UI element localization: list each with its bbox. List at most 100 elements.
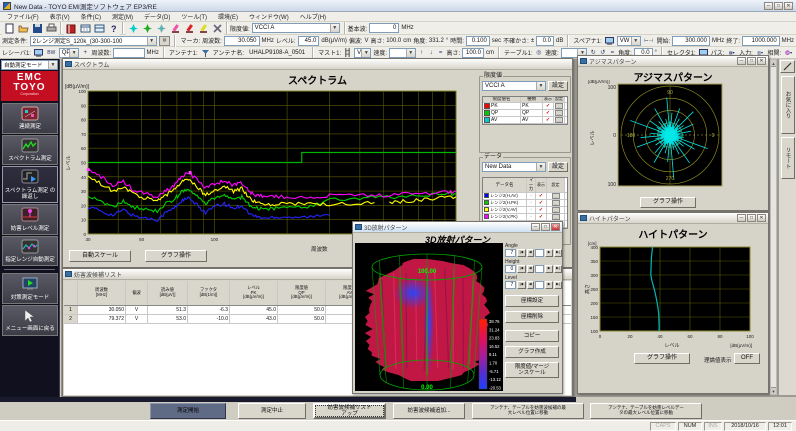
receiver-freq-input[interactable] [113,48,144,58]
marker-cyan-icon[interactable] [126,22,140,35]
pen-yellow-icon[interactable] [196,22,210,35]
column-header[interactable]: 限度値 QP [dB(μV/m)] [278,281,326,305]
minimize-button[interactable]: ─ [764,2,773,10]
marker-green-icon[interactable] [140,22,154,35]
minimize-button[interactable]: ─ [737,57,746,65]
mast-icon[interactable] [343,48,352,58]
spin-prev-button[interactable]: ◀ [527,281,534,289]
autoscale-button[interactable]: 自動スケール [69,250,131,262]
data-settings-button[interactable]: 設定 [548,162,568,172]
sidebar-item-5[interactable]: 対策測定モード [2,273,58,304]
level-step-input[interactable] [535,281,545,289]
sidebar-item-4[interactable]: 指定レンジ自動測定 [2,236,58,267]
stop-freq-input[interactable]: 1000.000 [742,36,780,46]
menu-item-2[interactable]: 条件(C) [76,11,106,22]
side-tab-remote[interactable]: リモート [781,137,795,179]
mast-height-input[interactable]: 100.0 [462,48,484,58]
measure-stop-button[interactable]: 測定中止 [238,403,306,419]
move-to-level-max-button[interactable]: アンテナ、テーブルを妨害レベルデー タの最大レベル位置に移動 [590,403,702,419]
column-header[interactable]: 読み値 [dB(μV)] [148,281,188,305]
marker-teal-icon[interactable] [154,22,168,35]
marker-checkbox[interactable]: ▫ [527,193,536,199]
menu-item-3[interactable]: 測定(M) [107,11,138,22]
spin-prev-button[interactable]: ◀ [527,249,534,257]
table-row[interactable]: QPQP✓... [483,110,567,117]
table-row[interactable]: レンジ2(V,PK)▫✓... [483,214,567,221]
condition-props-button[interactable]: ▤ [159,36,171,46]
span-icon[interactable]: ⊢⊣ [643,36,655,46]
table-row[interactable]: レンジ2(H,PK)▫✓... [483,200,567,207]
table-grid2-icon[interactable] [92,22,106,35]
limit-row-settings-button[interactable]: ... [555,117,563,123]
data-row-settings-button[interactable]: ... [552,193,560,199]
table-row[interactable]: PKPK✓... [483,103,567,110]
azimuth-graph-button[interactable]: グラフ操作 [640,197,696,208]
data-row-settings-button[interactable]: ... [552,200,560,206]
receiver-bw-button[interactable]: BW [46,48,57,58]
measure-start-button[interactable]: 測定開始 [150,403,226,419]
save-icon[interactable] [30,22,44,35]
spectrum-analyzer-icon[interactable] [604,36,615,46]
maximize-button[interactable]: □ [747,214,756,222]
spin-first-button[interactable]: |◀ [517,249,525,257]
sidebar-item-3[interactable]: 妨害レベル測定 [2,204,58,235]
pen-red-icon[interactable] [182,22,196,35]
sidebar-item-0[interactable]: 連続測定 [2,103,58,134]
spin-next-button[interactable]: ▶ [545,281,552,289]
height-value-input[interactable]: 0 [505,265,516,273]
pattern3d-view[interactable]: 100.000.0038.7631.2423.8316.529.111.70-5… [355,243,503,391]
close-button[interactable]: ✕ [757,57,766,65]
scroll-down-icon[interactable]: ▼ [771,387,776,394]
move-to-candidate-max-button[interactable]: アンテナ、テーブルを妨害波候補の最 大レベル位置に移動 [472,403,584,419]
antenna-icon[interactable] [200,48,211,58]
visible-checkbox[interactable]: ✓ [536,214,547,220]
pattern3d-window-titlebar[interactable]: 3D放射パターン ─□✕ [353,222,562,233]
measure-mode-select[interactable]: 自動測定モード▼ [1,60,58,70]
table-grid-icon[interactable] [78,22,92,35]
help-icon[interactable]: ? [106,22,120,35]
receiver-add-icon[interactable]: + [81,48,89,58]
mast-speed-select[interactable]: ▼ [389,48,416,58]
visible-checkbox[interactable]: ✓ [543,117,554,123]
data-select[interactable]: New Data▼ [482,162,546,172]
scroll-up-icon[interactable]: ▲ [771,60,776,67]
azimuth-window-titlebar[interactable]: アジマスパターン ─□✕ [578,56,768,67]
maximize-button[interactable]: □ [774,2,783,10]
mast-pol-select[interactable]: V▼ [354,48,371,58]
maximize-button[interactable]: □ [747,57,756,65]
new-file-icon[interactable] [2,22,16,35]
turntable-icon[interactable]: ◎ [535,48,543,58]
pen-pink-icon[interactable] [168,22,182,35]
data-row-settings-button[interactable]: ... [552,214,560,220]
menu-item-4[interactable]: データ(D) [139,11,175,22]
menu-item-8[interactable]: ヘルプ(H) [295,11,331,22]
marker-checkbox[interactable]: ▫ [527,214,536,220]
spin-last-button[interactable]: ▶| [554,249,562,257]
visible-checkbox[interactable]: ✓ [543,103,554,109]
graph-operate-button[interactable]: グラフ操作 [145,250,207,262]
height-step-input[interactable] [535,265,545,273]
menu-item-0[interactable]: ファイル(F) [2,11,44,22]
minimize-button[interactable]: ─ [737,214,746,222]
spin-next-button[interactable]: ▶ [545,249,552,257]
spin-last-button[interactable]: ▶| [554,265,562,273]
fundamental-input[interactable]: 0 [369,23,399,33]
receiver-monitor-icon[interactable] [33,48,44,58]
mast-set-button[interactable]: = [437,48,445,58]
red-book-icon[interactable] [64,22,78,35]
marker-freq-input[interactable]: 30.050 [224,36,260,46]
mdi-scrollbar[interactable]: ▲ ▼ [770,59,777,395]
side-tab-favorites[interactable]: お気に入り [781,76,795,134]
limit-row-settings-button[interactable]: ... [555,103,563,109]
spin-prev-button[interactable]: ◀ [527,265,534,273]
sidebar-item-6[interactable]: メニュー画面に戻る [2,305,58,336]
selector-corr-dropdown[interactable]: ♒▾ [783,48,794,58]
theory-display-toggle[interactable]: OFF [734,353,760,364]
data-row-settings-button[interactable]: ... [552,207,560,213]
print-icon[interactable] [44,22,58,35]
minimize-button[interactable]: ─ [531,223,540,231]
height-graph-button[interactable]: グラフ操作 [634,353,690,364]
table-row[interactable]: レンジ2(V,AV)▫✓... [483,207,567,214]
uncertainty-input[interactable]: 0.0 [536,36,554,46]
visible-checkbox[interactable]: ✓ [543,110,554,116]
